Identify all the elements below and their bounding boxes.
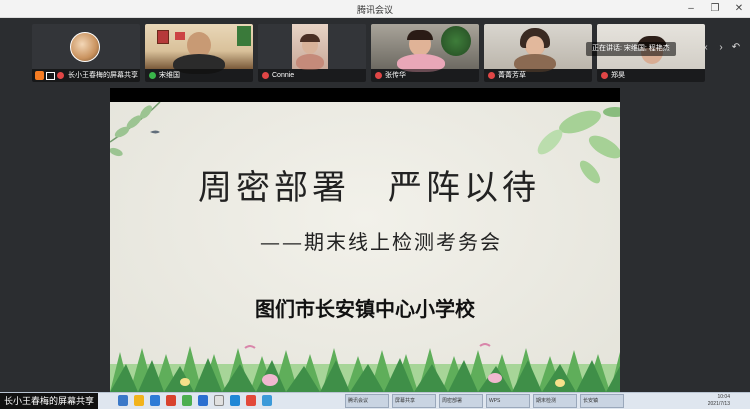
wps-icon[interactable] (246, 395, 256, 406)
minimize-button[interactable]: – (684, 2, 698, 16)
strip-controls: ‹ › ↶ (700, 42, 742, 54)
taskbar: 长小王春梅的屏幕共享 腾讯会议 屏幕共享 周密部署 WPS 期末检测 长安镇 1… (0, 392, 750, 409)
participant-name: Connie (258, 69, 366, 82)
participant-name: 菁菁芳草 (484, 69, 592, 82)
taskbar-app[interactable]: 长安镇 (580, 394, 624, 408)
media-icon[interactable] (166, 395, 176, 406)
slide-title: 周密部署 严阵以待 (198, 168, 540, 208)
leaf-branch-top-left (110, 102, 161, 157)
avatar (70, 32, 100, 62)
host-badge-icon (35, 71, 44, 80)
window-controls: – ❐ ✕ (684, 2, 746, 16)
participant-tile-video[interactable]: 宋维国 (145, 24, 253, 82)
ie-icon[interactable] (118, 395, 128, 406)
taskbar-app[interactable]: 周密部署 (439, 394, 483, 408)
taskbar-pinned-icons (118, 395, 272, 406)
speaking-indicator: 正在讲话: 宋维国; 程艳杰 (586, 42, 676, 56)
tencent-meeting-icon[interactable] (262, 395, 272, 406)
screen-share-label: 长小王春梅的屏幕共享 (0, 393, 99, 409)
participant-name: 张传华 (371, 69, 479, 82)
screen-share-icon (46, 72, 55, 80)
taskbar-open-apps: 腾讯会议 屏幕共享 周密部署 WPS 期末检测 长安镇 (345, 394, 624, 408)
app-icon[interactable] (182, 395, 192, 406)
participant-name: 郑昊 (597, 69, 705, 82)
participant-strip: 长小王春梅的屏幕共享 宋维国 Connie 张传华 菁菁芳草 郑昊 正在讲话: … (0, 18, 750, 88)
meeting-icon[interactable] (198, 395, 208, 406)
slide-subtitle: ——期末线上检测考务会 (260, 230, 502, 254)
slide-top-bar (110, 88, 620, 102)
taskbar-app[interactable]: 期末检测 (533, 394, 577, 408)
restore-button[interactable]: ❐ (708, 2, 722, 16)
video-feed (258, 24, 366, 70)
mic-muted-icon (488, 72, 495, 79)
browser-icon[interactable] (150, 395, 160, 406)
taskbar-app[interactable]: 屏幕共享 (392, 394, 436, 408)
participant-tile-video[interactable]: 菁菁芳草 (484, 24, 592, 82)
mic-muted-icon (57, 72, 64, 79)
mic-muted-icon (375, 72, 382, 79)
video-feed (371, 24, 479, 72)
video-feed (484, 24, 592, 72)
participant-name: 宋维国 (145, 69, 253, 82)
window-title: 腾讯会议 (356, 5, 393, 15)
participant-tile-video[interactable]: Connie (258, 24, 366, 82)
mic-muted-icon (601, 72, 608, 79)
shared-screen-area: 周密部署 严阵以待 ——期末线上检测考务会 图们市长安镇中心小学校 (0, 88, 750, 394)
meeting-app: 腾讯会议 – ❐ ✕ 长小王春梅的屏幕共享 宋维国 Connie 张传华 菁菁芳… (0, 0, 750, 409)
folder-icon[interactable] (134, 395, 144, 406)
system-tray-clock[interactable]: 10:04 2021/7/13 (708, 394, 730, 408)
participant-tile-screen-share[interactable]: 长小王春梅的屏幕共享 (32, 24, 140, 82)
qq-icon[interactable] (230, 395, 240, 406)
video-feed (145, 24, 253, 74)
prev-page-icon[interactable]: ‹ (700, 42, 712, 54)
screen-share-owner: 长小王春梅的屏幕共享 (4, 396, 95, 406)
presentation-slide: 周密部署 严阵以待 ——期末线上检测考务会 图们市长安镇中心小学校 (110, 102, 620, 392)
mic-on-icon (149, 72, 156, 79)
clock-date: 2021/7/13 (707, 401, 730, 407)
mic-muted-icon (262, 72, 269, 79)
title-bar: 腾讯会议 – ❐ ✕ (0, 0, 750, 18)
grass-border-bottom (110, 343, 620, 392)
taskbar-app[interactable]: WPS (486, 394, 530, 408)
participant-tile-video[interactable]: 张传华 (371, 24, 479, 82)
window-icon[interactable] (214, 395, 224, 406)
close-button[interactable]: ✕ (732, 2, 746, 16)
next-page-icon[interactable]: › (715, 42, 727, 54)
clock-time: 10:04 (717, 394, 730, 400)
slide-school-name: 图们市长安镇中心小学校 (255, 297, 475, 321)
taskbar-app[interactable]: 腾讯会议 (345, 394, 389, 408)
collapse-icon[interactable]: ↶ (730, 42, 742, 54)
